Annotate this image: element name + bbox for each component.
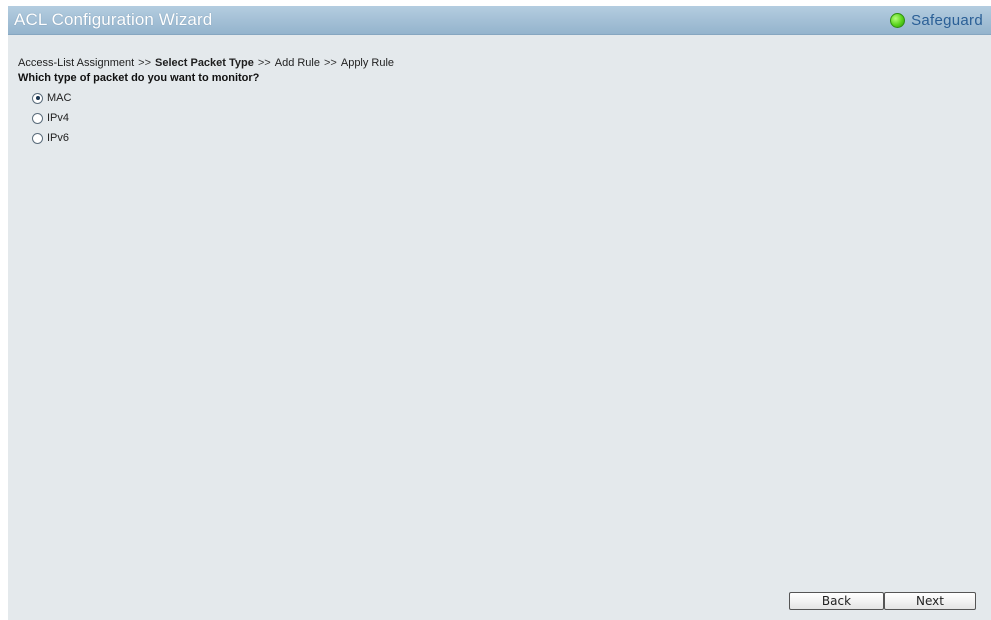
radio-ipv4[interactable]: [32, 112, 43, 124]
status-light-icon: [890, 12, 906, 28]
packet-type-question: Which type of packet do you want to moni…: [18, 72, 260, 84]
breadcrumb-step-select-packet-type: Select Packet Type: [155, 57, 254, 69]
breadcrumb-separator: >>: [324, 57, 337, 69]
page-title: ACL Configuration Wizard: [14, 10, 213, 29]
radio-label-ipv6: IPv6: [47, 132, 70, 144]
safeguard-label: Safeguard: [911, 11, 983, 29]
title-bar: ACL Configuration Wizard Safeguard: [8, 6, 991, 35]
safeguard-indicator: Safeguard: [890, 10, 983, 30]
acl-wizard-window: ACL Configuration Wizard Safeguard Acces…: [8, 6, 991, 620]
radio-ipv6[interactable]: [32, 132, 43, 144]
radio-label-mac: MAC: [47, 92, 72, 104]
breadcrumb-step-add-rule: Add Rule: [274, 57, 320, 69]
packet-type-option-ipv6[interactable]: IPv6: [32, 132, 69, 144]
breadcrumb-separator: >>: [138, 57, 152, 69]
breadcrumb-step-access-list-assignment: Access-List Assignment: [18, 57, 135, 69]
breadcrumb-step-apply-rule: Apply Rule: [340, 57, 395, 69]
radio-label-ipv4: IPv4: [47, 112, 70, 124]
radio-mac[interactable]: [32, 92, 43, 104]
breadcrumb-separator: >>: [257, 57, 271, 69]
packet-type-option-mac[interactable]: MAC: [32, 92, 71, 104]
packet-type-option-ipv4[interactable]: IPv4: [32, 112, 69, 124]
back-button[interactable]: Back: [789, 592, 884, 610]
breadcrumb: Access-List Assignment >> Select Packet Ty…: [18, 57, 394, 69]
next-button[interactable]: Next: [884, 592, 976, 610]
